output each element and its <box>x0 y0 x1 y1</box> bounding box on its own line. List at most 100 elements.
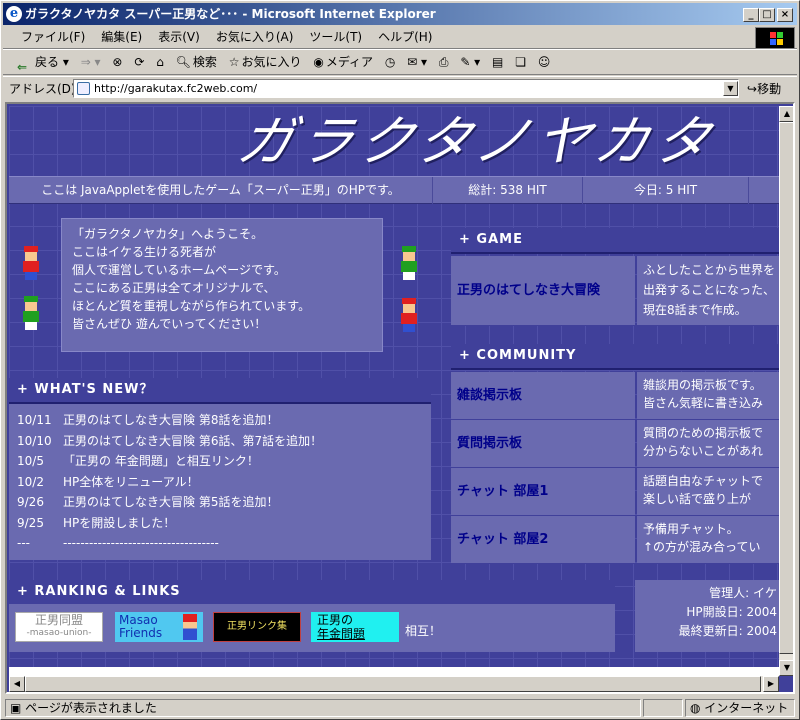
edit-icon[interactable]: ✎ ▾ <box>456 50 484 74</box>
history-icon[interactable]: ◷ <box>381 50 399 74</box>
search-button[interactable]: 🔍︎ 検索 <box>172 50 221 74</box>
updated-date: 最終更新日: 2004 <box>678 624 777 638</box>
home-icon[interactable]: ⌂ <box>152 50 168 74</box>
window-title: ガラクタノヤカタ スーパー正男など･･･ - Microsoft Interne… <box>25 7 436 21</box>
luigi-character-icon <box>399 246 419 280</box>
scroll-left-button[interactable]: ◀ <box>9 676 25 692</box>
news-item: 9/26 正男のはてしなき大冒険 第5話を追加！ <box>17 495 279 509</box>
ie-icon: e <box>6 6 22 22</box>
forward-button[interactable]: ⇒ ▾ <box>77 50 105 74</box>
menu-edit[interactable]: 編集(E) <box>93 27 150 47</box>
ie-window: e ガラクタノヤカタ スーパー正男など･･･ - Microsoft Inter… <box>0 0 800 720</box>
welcome-line: ほとんど質を重視しながら作られています。 <box>72 299 311 313</box>
scroll-up-button[interactable]: ▲ <box>779 106 793 122</box>
chat-room2-link[interactable]: チャット 部屋2 <box>451 516 635 563</box>
windows-logo-icon <box>755 27 795 49</box>
status-text-pane: ▣ ページが表示されました <box>5 699 641 717</box>
zone-pane: ◍ インターネット <box>685 699 795 717</box>
total-hits: 総計: 538 HIT <box>433 177 583 204</box>
community-table: 雑談掲示板 雑談用の掲示板です。 皆さん気軽に書き込み 質問掲示板 質問のための掲… <box>451 372 779 564</box>
print-icon[interactable]: ⎙ <box>435 50 453 74</box>
board-link-chat[interactable]: 雑談掲示板 <box>451 372 635 419</box>
back-arrow-icon: ⇐ <box>17 59 28 74</box>
chat-description: 話題自由なチャットで 楽しい話で盛り上が <box>637 468 779 515</box>
news-item: 10/5 「正男の 年金問題」と相互リンク！ <box>17 454 259 468</box>
game-link[interactable]: 正男のはてしなき大冒険 <box>451 256 635 325</box>
vertical-scrollbar[interactable]: ▲ ▼ <box>779 106 793 676</box>
chat-room1-link[interactable]: チャット 部屋1 <box>451 468 635 515</box>
address-bar: アドレス(D) http://garakutax.fc2web.com/ ▼ ↪… <box>3 76 797 100</box>
menu-help[interactable]: ヘルプ(H) <box>370 27 440 47</box>
status-pane <box>643 699 683 717</box>
table-row: チャット 部屋1 話題自由なチャットで 楽しい話で盛り上が <box>451 468 779 516</box>
favorites-button[interactable]: ☆ お気に入り <box>225 50 306 74</box>
masao-link-collection-banner[interactable]: 正男リンク集 <box>213 612 301 642</box>
toolbar: ⇐ 戻る ▾ ⇒ ▾ ⊗ ⟳ ⌂ 🔍︎ 検索 ☆ お気に入り ◉ メディア ◷ ✉ ▾ … <box>3 49 797 75</box>
address-dropdown-button[interactable]: ▼ <box>723 81 738 96</box>
welcome-line: 「ガラクタノヤカタ」へようこそ。 <box>72 227 264 241</box>
welcome-line: ここにある正男は全てオリジナルで、 <box>72 281 276 295</box>
mail-icon[interactable]: ✉ ▾ <box>403 50 431 74</box>
news-item: 10/10 正男のはてしなき大冒険 第6話、第7話を追加！ <box>17 433 323 448</box>
luigi-character-icon <box>21 296 41 330</box>
go-button[interactable]: ↪移動 <box>747 80 781 97</box>
stop-icon[interactable]: ⊗ <box>108 50 126 74</box>
minimize-button[interactable]: _ <box>743 8 759 22</box>
messenger-icon[interactable]: ☺ <box>534 50 555 74</box>
scroll-thumb[interactable] <box>779 122 793 654</box>
welcome-line: 個人で運営しているホームページです。 <box>72 263 286 277</box>
chat-description: 予備用チャット。 ↑の方が混み合ってい <box>637 516 779 563</box>
ranking-links: 正男同盟 -masao-union- Masao Friends 正男リンク集 … <box>9 604 615 652</box>
game-table: 正男のはてしなき大冒険 ふとしたことから世界を 出発することになった、 現在8話… <box>451 256 779 326</box>
title-bar: e ガラクタノヤカタ スーパー正男など･･･ - Microsoft Inter… <box>3 3 797 25</box>
today-hits: 今日: 5 HIT <box>583 177 749 204</box>
masao-character-icon <box>21 246 41 280</box>
game-header: + GAME <box>451 228 779 254</box>
address-label: アドレス(D) <box>9 82 76 96</box>
masao-friends-banner[interactable]: Masao Friends <box>115 612 203 642</box>
masao-character-icon <box>183 614 197 640</box>
scroll-thumb[interactable] <box>25 676 761 692</box>
close-button[interactable]: × <box>777 8 793 22</box>
discuss-icon[interactable]: ▤ <box>488 50 507 74</box>
news-item: 10/2 HP全体をリニューアル！ <box>17 474 199 489</box>
masao-character-icon <box>399 298 419 332</box>
table-row: 質問掲示板 質問のための掲示板で 分からないことがあれ <box>451 420 779 468</box>
menu-bar: ファイル(F) 編集(E) 表示(V) お気に入り(A) ツール(T) ヘルプ(H) <box>3 27 797 49</box>
masao-union-banner[interactable]: 正男同盟 -masao-union- <box>15 612 103 642</box>
whats-new-header: + WHAT'S NEW？ <box>9 378 431 404</box>
menu-tools[interactable]: ツール(T) <box>301 27 370 47</box>
web-page: ガラクタノヤカタ ここは JavaAppletを使用したゲーム「スーパー正男」の… <box>9 106 781 676</box>
community-header: + COMMUNITY <box>451 344 779 370</box>
refresh-icon[interactable]: ⟳ <box>130 50 148 74</box>
info-bar: ここは JavaAppletを使用したゲーム「スーパー正男」のHPです。 総計:… <box>9 176 779 204</box>
news-item: 10/11 正男のはてしなき大冒険 第8話を追加！ <box>17 413 279 427</box>
globe-icon: ◍ <box>690 701 705 715</box>
address-input[interactable]: http://garakutax.fc2web.com/ <box>73 79 739 98</box>
admin-name: 管理人: イケ <box>709 586 777 600</box>
address-url: http://garakutax.fc2web.com/ <box>94 82 258 95</box>
table-row: チャット 部屋2 予備用チャット。 ↑の方が混み合ってい <box>451 516 779 564</box>
site-logo: ガラクタノヤカタ <box>232 110 723 173</box>
scroll-right-button[interactable]: ▶ <box>763 676 779 692</box>
scroll-down-button[interactable]: ▼ <box>779 660 793 676</box>
status-bar: ▣ ページが表示されました ◍ インターネット <box>3 697 797 717</box>
menu-favorites[interactable]: お気に入り(A) <box>208 27 302 47</box>
page-viewport: ガラクタノヤカタ ここは JavaAppletを使用したゲーム「スーパー正男」の… <box>5 102 795 694</box>
welcome-line: 皆さんぜひ 遊んでいってください！ <box>72 317 267 331</box>
site-description: ここは JavaAppletを使用したゲーム「スーパー正男」のHPです。 <box>9 177 433 204</box>
masao-pension-banner[interactable]: 正男の 年金問題 <box>311 612 399 642</box>
news-list: 10/11 正男のはてしなき大冒険 第8話を追加！ 10/10 正男のはてしなき大冒… <box>9 404 431 560</box>
maximize-button[interactable]: □ <box>759 8 775 22</box>
welcome-line: ここはイケる生ける死者が <box>72 245 217 259</box>
horizontal-scrollbar[interactable]: ◀ ▶ <box>9 676 779 692</box>
media-button[interactable]: ◉ メディア <box>309 50 377 74</box>
page-icon <box>77 82 90 95</box>
board-link-question[interactable]: 質問掲示板 <box>451 420 635 467</box>
menu-view[interactable]: 表示(V) <box>150 27 208 47</box>
menu-file[interactable]: ファイル(F) <box>13 27 93 47</box>
welcome-box: 「ガラクタノヤカタ」へようこそ。 ここはイケる生ける死者が 個人で運営しているホ… <box>61 218 383 352</box>
game-description: ふとしたことから世界を 出発することになった、 現在8話まで作成。 <box>637 256 779 325</box>
back-button[interactable]: ⇐ 戻る ▾ <box>13 50 73 74</box>
research-icon[interactable]: ❏ <box>511 50 530 74</box>
